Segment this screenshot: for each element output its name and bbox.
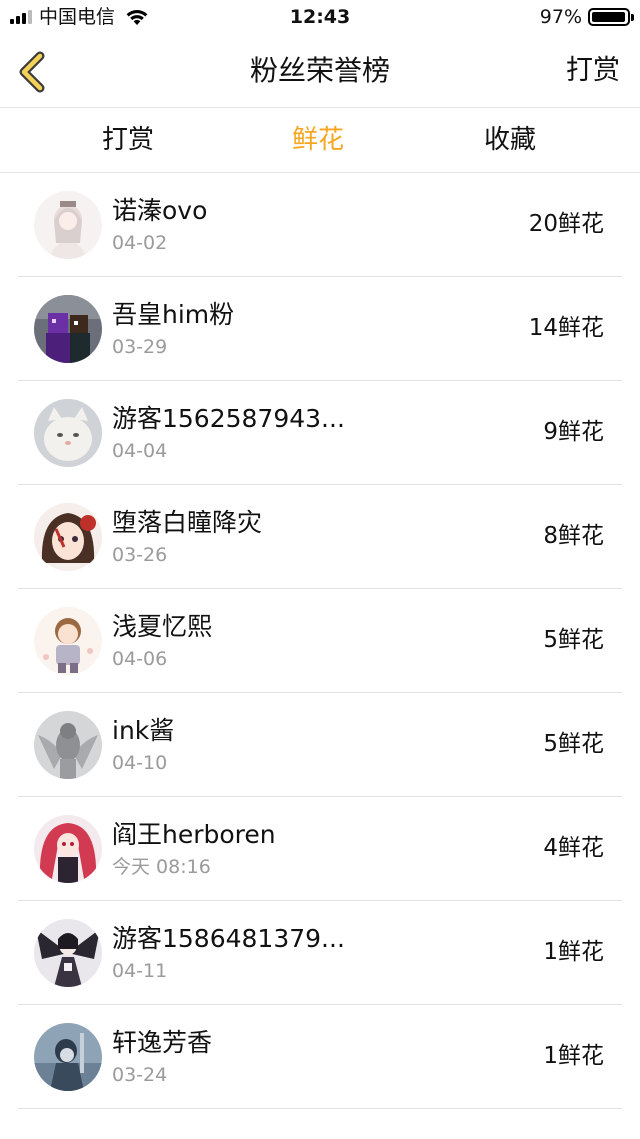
- list-item[interactable]: 吾皇him粉 03-29 14鲜花: [0, 277, 640, 381]
- status-bar: 中国电信 12:43 97%: [0, 0, 640, 36]
- list-item[interactable]: 堕落白瞳降灾 03-26 8鲜花: [0, 485, 640, 589]
- fan-date: 04-02: [112, 232, 168, 254]
- fan-date: 04-04: [112, 440, 168, 462]
- nav-bar: 粉丝荣誉榜 打赏: [0, 36, 640, 108]
- fan-date: 04-06: [112, 648, 168, 670]
- flower-count: 8鲜花: [543, 523, 604, 549]
- list-item[interactable]: 浅夏忆熙 04-06 5鲜花: [0, 589, 640, 693]
- flower-count: 1鲜花: [543, 1043, 604, 1069]
- list-item[interactable]: ink酱 04-10 5鲜花: [0, 693, 640, 797]
- battery-icon: [588, 8, 634, 26]
- fan-date: 03-26: [112, 544, 168, 566]
- flower-count: 5鲜花: [543, 627, 604, 653]
- list-item[interactable]: 游客1562587943... 04-04 9鲜花: [0, 381, 640, 485]
- anime-girl-avatar: [34, 191, 102, 259]
- battery-fill: [592, 12, 625, 22]
- anime-girl-avatar: [34, 503, 102, 571]
- tab-favorites[interactable]: 收藏: [410, 124, 610, 156]
- fan-date: 04-11: [112, 960, 168, 982]
- white-cat-avatar: [34, 399, 102, 467]
- fan-name: 轩逸芳香: [112, 1028, 213, 1057]
- status-right: 97%: [539, 6, 634, 28]
- tab-flowers[interactable]: 鲜花: [218, 124, 418, 156]
- tab-bar: 打赏 鲜花 收藏: [0, 108, 640, 173]
- tab-tip[interactable]: 打赏: [28, 124, 228, 156]
- tip-button[interactable]: 打赏: [566, 54, 620, 88]
- fan-date: 04-10: [112, 752, 168, 774]
- list-item[interactable]: 轩逸芳香 03-24 1鲜花: [0, 1005, 640, 1109]
- fan-name: ink酱: [112, 716, 175, 745]
- flower-count: 5鲜花: [543, 731, 604, 757]
- list-item[interactable]: 游客1586481379... 04-11 1鲜花: [0, 901, 640, 1005]
- gray-figure-avatar: [34, 711, 102, 779]
- fan-name: 游客1586481379...: [112, 924, 345, 953]
- list-item[interactable]: 阎王herboren 今天 08:16 4鲜花: [0, 797, 640, 901]
- fan-date: 03-29: [112, 336, 168, 358]
- flower-count: 20鲜花: [528, 211, 604, 237]
- page-title: 粉丝荣誉榜: [249, 54, 390, 87]
- fan-name: 浅夏忆熙: [112, 612, 213, 641]
- fan-list: 诺溱ovo 04-02 20鲜花 吾皇him粉 03-29 14鲜花 游客156…: [0, 173, 640, 1109]
- flower-count: 4鲜花: [543, 835, 604, 861]
- cartoon-child-avatar: [34, 607, 102, 675]
- dark-wings-avatar: [34, 919, 102, 987]
- fan-name: 阎王herboren: [112, 820, 276, 849]
- red-hair-girl-avatar: [34, 815, 102, 883]
- fan-name: 吾皇him粉: [112, 300, 235, 329]
- fan-date: 03-24: [112, 1064, 168, 1086]
- flower-count: 1鲜花: [543, 939, 604, 965]
- battery-percent: 97%: [539, 6, 582, 28]
- fan-name: 游客1562587943...: [112, 404, 345, 433]
- pixel-character-avatar: [34, 295, 102, 363]
- flower-count: 9鲜花: [543, 419, 604, 445]
- flower-count: 14鲜花: [528, 315, 604, 341]
- blue-figure-avatar: [34, 1023, 102, 1091]
- fan-date: 今天 08:16: [112, 856, 211, 878]
- list-item[interactable]: 诺溱ovo 04-02 20鲜花: [0, 173, 640, 277]
- fan-name: 堕落白瞳降灾: [112, 508, 263, 537]
- fan-name: 诺溱ovo: [112, 196, 208, 225]
